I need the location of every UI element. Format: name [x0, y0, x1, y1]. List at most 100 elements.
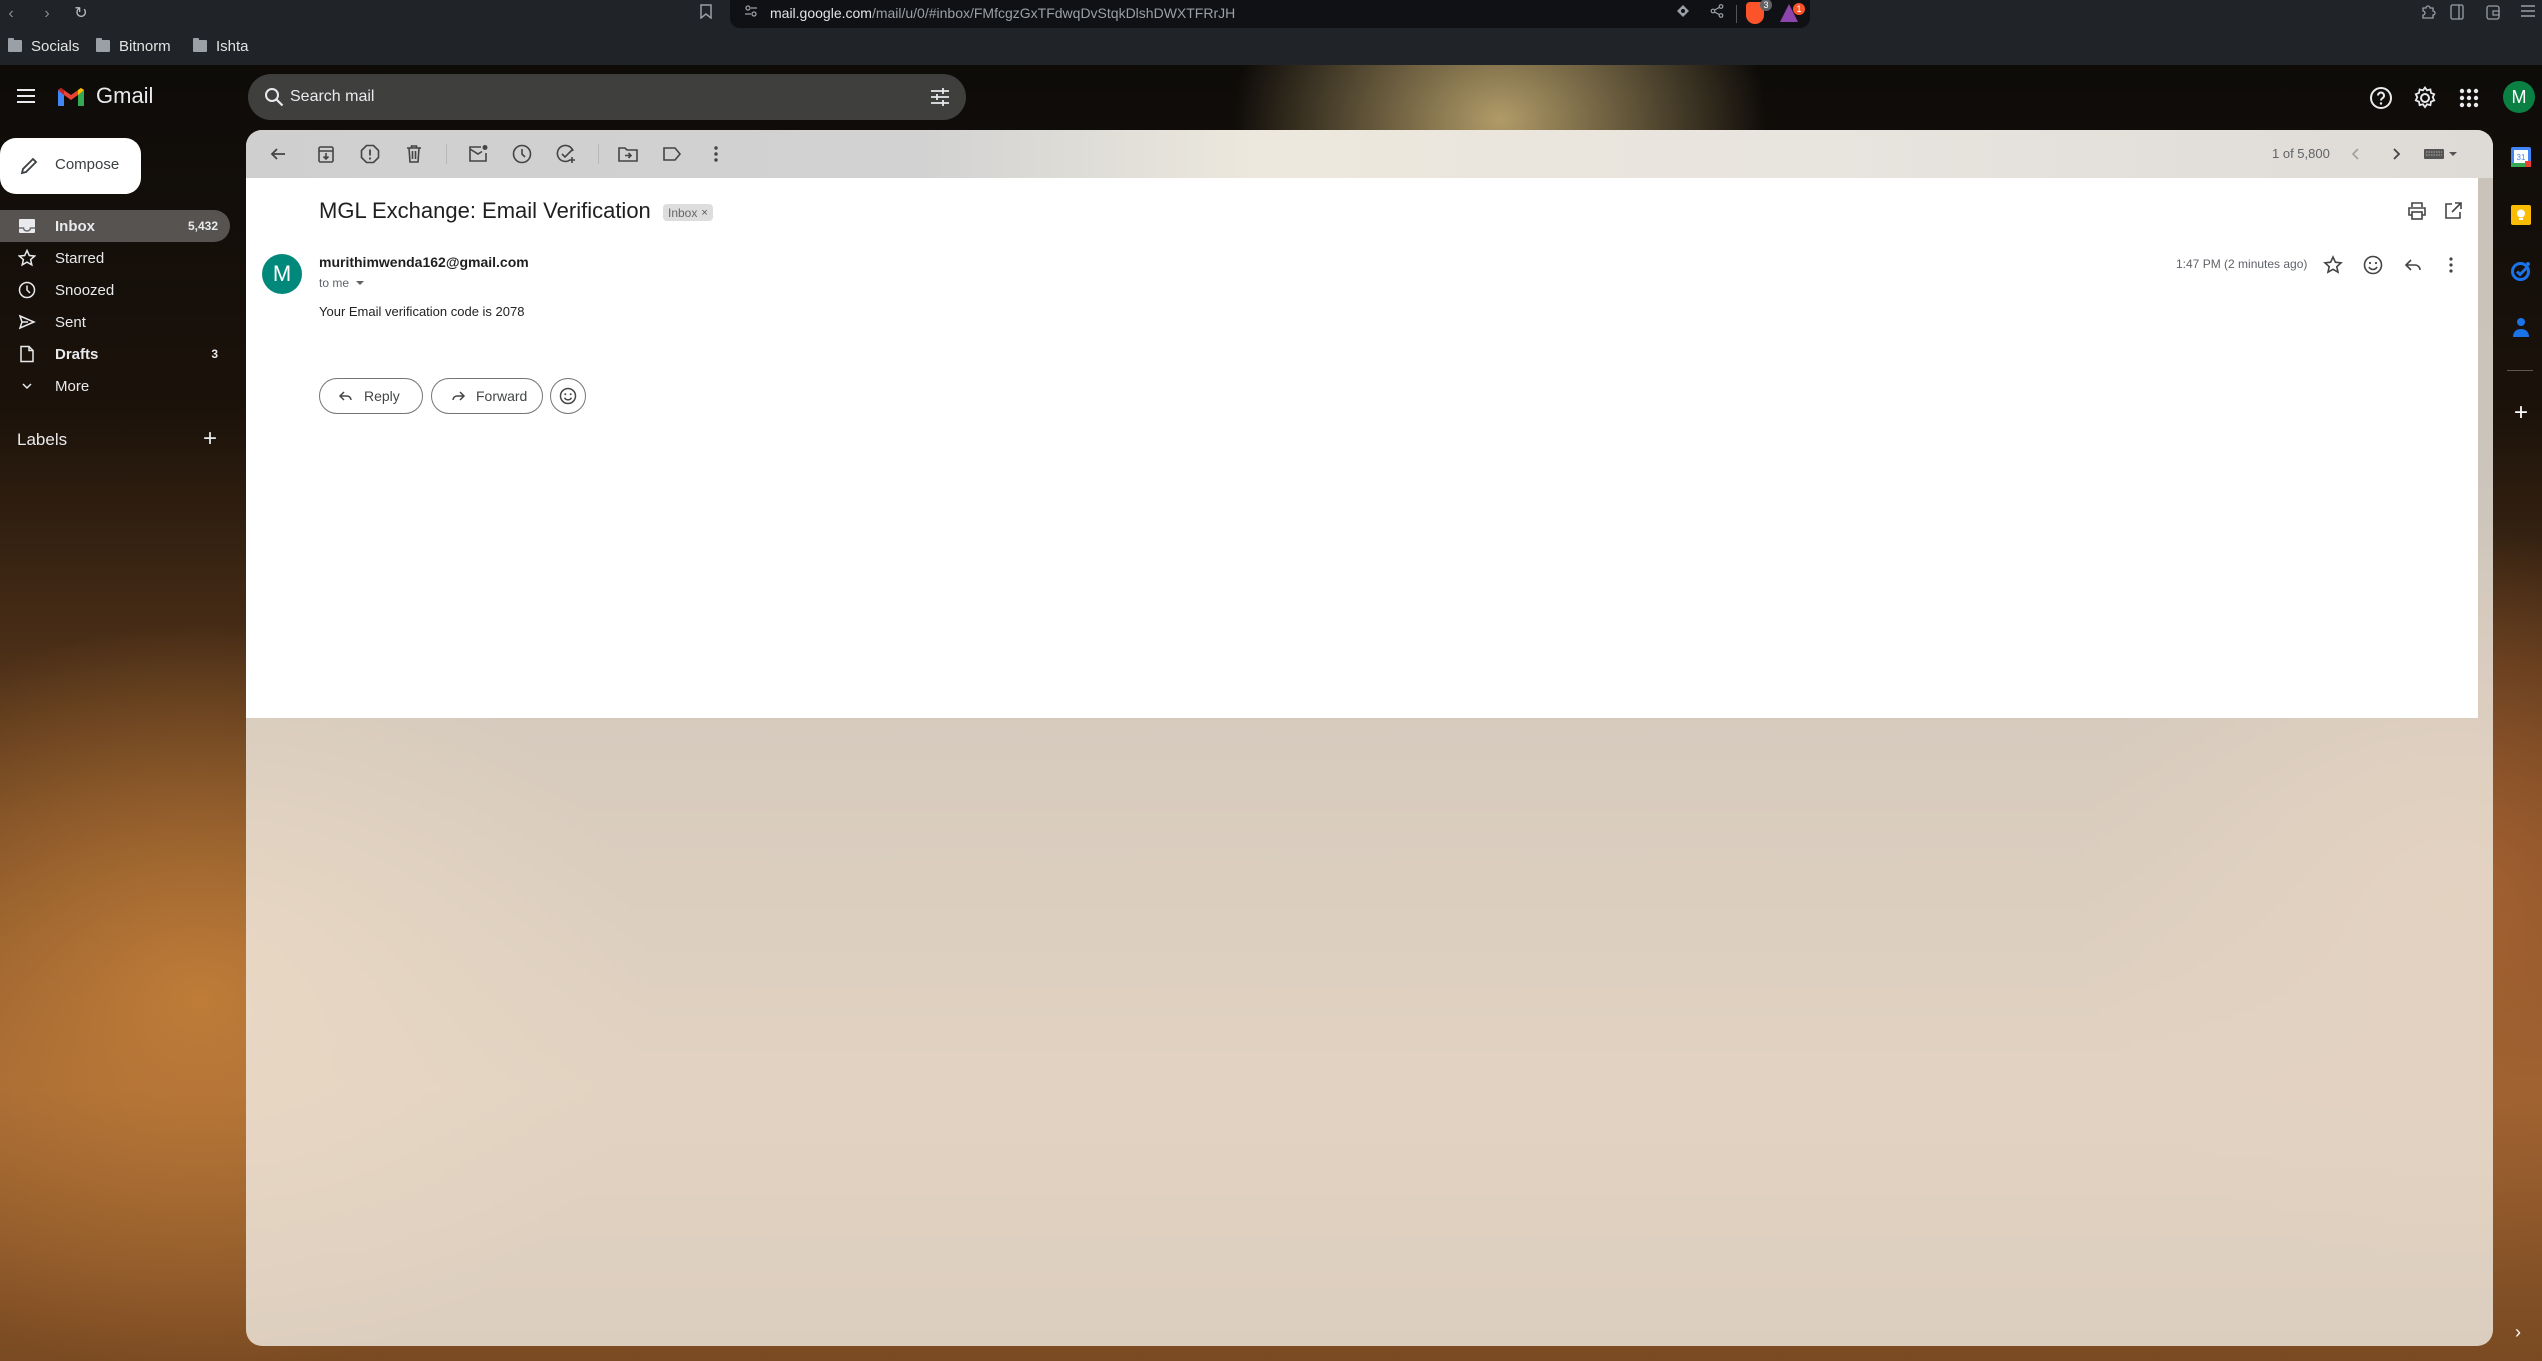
show-details-caret-icon[interactable] — [356, 281, 365, 285]
search-input[interactable] — [290, 74, 890, 120]
browser-forward-button[interactable]: › — [36, 3, 58, 25]
bookmark-page-icon[interactable] — [700, 4, 712, 23]
bookmarks-bar: Socials Bitnorm Ishta — [0, 28, 2542, 65]
browser-reload-button[interactable]: ↻ — [70, 3, 92, 25]
url-text: mail.google.com/mail/u/0/#inbox/FMfcgzGx… — [770, 5, 1236, 21]
open-in-new-window-icon[interactable] — [2442, 200, 2464, 222]
archive-icon[interactable] — [314, 142, 338, 166]
sidebar-item-snoozed[interactable]: Snoozed — [0, 274, 230, 306]
emoji-reaction-button[interactable] — [550, 378, 586, 414]
move-to-folder-icon[interactable] — [616, 142, 640, 166]
bookmark-label: Socials — [31, 37, 80, 55]
inbox-icon — [18, 217, 36, 235]
older-chevron-right-icon[interactable] — [2384, 142, 2408, 166]
inbox-unread-count: 5,432 — [187, 219, 218, 233]
gmail-wordmark: Gmail — [96, 83, 154, 108]
sidebar-item-label: Snoozed — [55, 282, 115, 299]
forward-button[interactable]: Forward — [431, 378, 543, 414]
bookmark-folder-bitnorm[interactable]: Bitnorm — [96, 36, 171, 56]
snooze-clock-icon[interactable] — [510, 142, 534, 166]
folder-icon — [8, 38, 22, 52]
google-apps-grid-icon[interactable] — [2456, 85, 2482, 111]
google-tasks-icon[interactable] — [2510, 260, 2532, 282]
star-icon[interactable] — [2322, 254, 2344, 276]
compose-button[interactable]: Compose — [0, 138, 141, 194]
main-menu-icon[interactable] — [14, 85, 38, 109]
sidebar-item-drafts[interactable]: Drafts 3 — [0, 338, 230, 370]
drafts-count: 3 — [211, 347, 218, 361]
extensions-icon[interactable] — [2420, 4, 2436, 24]
add-reaction-emoji-icon[interactable] — [2362, 254, 2384, 276]
recipient-details[interactable]: to me — [319, 276, 365, 290]
bookmark-folder-socials[interactable]: Socials — [8, 36, 79, 56]
sidebar-item-label: Sent — [55, 314, 86, 331]
reader-mode-icon[interactable] — [1676, 4, 1690, 21]
add-to-tasks-icon[interactable] — [554, 142, 578, 166]
brave-shields-icon[interactable]: 3 — [1746, 0, 1772, 24]
google-contacts-icon[interactable] — [2510, 316, 2532, 338]
show-side-panel-chevron-icon[interactable]: › — [2515, 1322, 2521, 1343]
message-view-card: 1 of 5,800 MGL Exchange: Email Verificat… — [246, 130, 2493, 1346]
smiley-icon — [559, 387, 577, 405]
more-message-options-icon[interactable] — [2440, 254, 2462, 276]
back-arrow-icon[interactable] — [266, 142, 290, 166]
search-icon[interactable] — [262, 85, 286, 109]
sidebar-toggle-icon[interactable] — [2450, 4, 2464, 24]
sidebar-item-more[interactable]: More — [0, 370, 230, 402]
sender-avatar[interactable]: M — [262, 254, 302, 294]
print-icon[interactable] — [2406, 200, 2428, 222]
reply-label: Reply — [364, 388, 400, 404]
address-bar[interactable]: mail.google.com/mail/u/0/#inbox/FMfcgzGx… — [730, 0, 1810, 28]
browser-menu-icon[interactable] — [2520, 4, 2536, 22]
toolbar-divider — [598, 144, 599, 164]
sidebar-item-label: Starred — [55, 250, 105, 267]
mark-unread-icon[interactable] — [466, 142, 490, 166]
forward-label: Forward — [476, 388, 528, 404]
remove-label-close-icon[interactable]: × — [701, 207, 707, 219]
draft-icon — [18, 345, 36, 363]
bookmark-label: Ishta — [216, 37, 249, 55]
pencil-icon — [18, 155, 40, 177]
pagination-count: 1 of 5,800 — [2272, 146, 2330, 161]
search-bar[interactable] — [248, 74, 966, 120]
reply-arrow-icon[interactable] — [2402, 254, 2424, 276]
sidebar-item-sent[interactable]: Sent — [0, 306, 230, 338]
site-settings-icon[interactable] — [744, 4, 758, 21]
gmail-header: Gmail M — [0, 65, 2542, 130]
google-calendar-icon[interactable]: 31 — [2510, 146, 2532, 168]
sidebar-item-starred[interactable]: Starred — [0, 242, 230, 274]
bookmark-folder-ishta[interactable]: Ishta — [193, 36, 249, 56]
label-tag-icon[interactable] — [660, 142, 684, 166]
reply-icon — [338, 391, 352, 401]
clock-icon — [18, 281, 36, 299]
chevron-down-icon — [18, 377, 36, 395]
create-label-plus-icon[interactable]: + — [203, 427, 217, 451]
sidebar-item-inbox[interactable]: Inbox 5,432 — [0, 210, 230, 242]
share-icon[interactable] — [1710, 4, 1724, 21]
sender-email[interactable]: murithimwenda162@gmail.com — [319, 254, 529, 270]
side-panel-divider — [2507, 370, 2533, 371]
email-subject: MGL Exchange: Email Verification — [319, 198, 651, 223]
email-body-text: Your Email verification code is 2078 — [319, 304, 525, 319]
newer-chevron-left-icon[interactable] — [2344, 142, 2368, 166]
forward-icon — [452, 391, 466, 401]
browser-back-button[interactable]: ‹ — [0, 3, 22, 25]
wallet-icon[interactable] — [2486, 4, 2500, 24]
inbox-label-chip[interactable]: Inbox × — [663, 204, 713, 221]
reply-button[interactable]: Reply — [319, 378, 423, 414]
more-options-vertical-icon[interactable] — [704, 142, 728, 166]
input-tools-keyboard-icon[interactable] — [2422, 142, 2462, 166]
email-timestamp: 1:47 PM (2 minutes ago) — [2176, 257, 2308, 271]
account-avatar[interactable]: M — [2503, 81, 2535, 113]
gmail-logo-icon[interactable] — [56, 86, 86, 108]
settings-gear-icon[interactable] — [2412, 85, 2438, 111]
brave-rewards-icon[interactable]: 1 — [1780, 3, 1805, 22]
email-content-pane: MGL Exchange: Email Verification Inbox ×… — [246, 178, 2478, 718]
rewards-count-badge: 1 — [1793, 3, 1805, 15]
google-keep-icon[interactable] — [2510, 204, 2532, 226]
report-spam-icon[interactable] — [358, 142, 382, 166]
delete-trash-icon[interactable] — [402, 142, 426, 166]
help-icon[interactable] — [2368, 85, 2394, 111]
search-options-icon[interactable] — [928, 85, 952, 109]
get-addons-plus-icon[interactable]: + — [2510, 401, 2532, 425]
